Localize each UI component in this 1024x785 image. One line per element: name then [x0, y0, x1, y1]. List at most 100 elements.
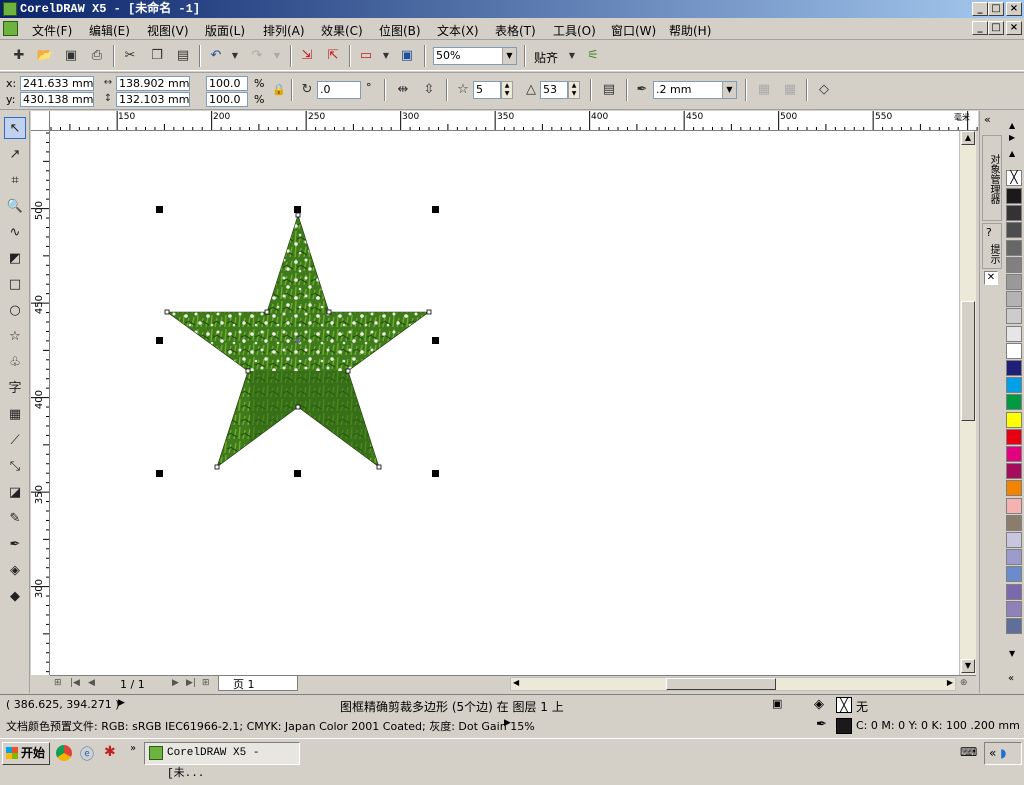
menu-bitmaps[interactable]: 位图(B) — [379, 22, 421, 39]
points-spinner[interactable]: ▲ ▼ — [501, 81, 513, 99]
launcher-dropdown-icon[interactable]: ▼ — [377, 47, 395, 65]
color-swatch[interactable] — [1006, 497, 1022, 514]
add-page-before-icon[interactable]: ⊞ — [54, 678, 62, 688]
color-swatch[interactable] — [1006, 256, 1022, 273]
color-swatch[interactable] — [1006, 274, 1022, 290]
start-button[interactable]: 开始 — [2, 742, 50, 765]
outline-color-swatch[interactable] — [836, 718, 852, 734]
selection-handle-tr[interactable] — [432, 206, 439, 213]
vertical-ruler[interactable]: 500 450 400 350 300 — [31, 131, 50, 675]
menu-file[interactable]: 文件(F) — [32, 22, 72, 39]
first-page-icon[interactable]: |◀ — [70, 678, 80, 688]
minimize-button[interactable]: _ — [972, 2, 988, 16]
chevron-down-icon[interactable]: ▼ — [722, 82, 736, 98]
mirror-vertical-icon[interactable]: ⇳ — [420, 81, 438, 99]
new-document-icon[interactable]: ✚ — [10, 47, 28, 65]
add-page-after-icon[interactable]: ⊞ — [202, 678, 210, 688]
horizontal-scrollbar[interactable]: ◀ ▶ — [510, 677, 956, 691]
rotation-angle-field[interactable]: .0 — [317, 81, 361, 99]
dimension-tool-icon[interactable]: ⟋ — [4, 430, 26, 452]
no-color-swatch[interactable]: ╳ — [1006, 170, 1022, 186]
pick-tool-icon[interactable]: ↖ — [4, 117, 26, 139]
to-back-icon[interactable]: ▦ — [781, 81, 799, 99]
selection-handle-mr[interactable] — [432, 337, 439, 344]
network-icon[interactable]: ◗ — [1000, 746, 1006, 760]
color-swatch[interactable] — [1006, 239, 1022, 256]
smart-fill-tool-icon[interactable]: ◩ — [4, 248, 26, 270]
basic-shapes-tool-icon[interactable]: ♧ — [4, 352, 26, 374]
palette-scroll-up-icon[interactable]: ▲ — [1009, 149, 1015, 158]
prev-page-icon[interactable]: ◀ — [88, 678, 95, 688]
chevron-down-icon[interactable]: ▼ — [502, 48, 516, 64]
menu-table[interactable]: 表格(T) — [495, 22, 536, 39]
navigator-icon[interactable]: ⊕ — [960, 678, 968, 688]
taskbar-coreldraw-button[interactable]: CorelDRAW X5 - [未... — [144, 742, 300, 780]
scroll-right-icon[interactable]: ▶ — [947, 678, 953, 687]
menu-window[interactable]: 窗口(W) — [611, 22, 656, 39]
keyboard-icon[interactable]: ⌨ — [960, 745, 977, 759]
application-launcher-icon[interactable]: ▭ — [357, 47, 375, 65]
color-swatch[interactable] — [1006, 463, 1022, 480]
menu-arrange[interactable]: 排列(A) — [263, 22, 305, 39]
scale-height-field[interactable]: 100.0 — [206, 92, 248, 107]
color-swatch[interactable] — [1006, 618, 1022, 634]
interactive-fill-tool-icon[interactable]: ◆ — [4, 586, 26, 608]
star-points-field[interactable]: 5 — [473, 81, 501, 99]
palette-scroll-up-icon[interactable]: ▲ — [1009, 121, 1015, 130]
fill-tool-icon[interactable]: ◈ — [4, 560, 26, 582]
copy-icon[interactable]: ❐ — [148, 47, 166, 65]
selection-handle-tl[interactable] — [156, 206, 163, 213]
undo-dropdown-icon[interactable]: ▼ — [226, 47, 244, 65]
selection-handle-ml[interactable] — [156, 337, 163, 344]
snap-status-icon[interactable]: ▣ — [772, 697, 782, 710]
mirror-horizontal-icon[interactable]: ⇹ — [394, 81, 412, 99]
color-swatch[interactable] — [1006, 188, 1022, 204]
freehand-tool-icon[interactable]: ∿ — [4, 222, 26, 244]
color-swatch[interactable] — [1006, 600, 1022, 617]
vertical-scrollbar[interactable]: ▲ ▼ — [959, 131, 976, 675]
vertical-scroll-thumb[interactable] — [961, 301, 975, 421]
hints-tab[interactable]: ? 提示 — [982, 223, 1002, 269]
menu-edit[interactable]: 编辑(E) — [89, 22, 130, 39]
color-swatch[interactable] — [1006, 377, 1022, 394]
options-icon[interactable]: ⚟ — [584, 47, 602, 65]
sharpness-spinner[interactable]: ▲ ▼ — [568, 81, 580, 99]
color-swatch[interactable] — [1006, 480, 1022, 497]
color-swatch[interactable] — [1006, 514, 1022, 531]
to-front-icon[interactable]: ▦ — [755, 81, 773, 99]
color-swatch[interactable] — [1006, 205, 1022, 222]
zoom-level-select[interactable]: 50% ▼ — [433, 47, 517, 65]
color-swatch[interactable] — [1006, 360, 1022, 376]
status-flyout-icon[interactable]: ▶ — [118, 698, 125, 708]
color-swatch[interactable] — [1006, 583, 1022, 600]
convert-to-curves-icon[interactable]: ◇ — [815, 81, 833, 99]
color-swatch[interactable] — [1006, 325, 1022, 342]
open-folder-icon[interactable]: 📂 — [36, 47, 54, 65]
close-docker-icon[interactable]: ✕ — [984, 271, 998, 285]
chrome-icon[interactable] — [56, 745, 72, 761]
tray-expand-icon[interactable]: « — [989, 746, 996, 760]
color-swatch[interactable] — [1006, 291, 1022, 308]
height-field[interactable]: 132.103 mm — [116, 92, 190, 107]
eyedropper-tool-icon[interactable]: ✎ — [4, 508, 26, 530]
scroll-down-icon[interactable]: ▼ — [961, 659, 975, 673]
drawing-canvas[interactable]: × — [50, 131, 959, 675]
next-page-icon[interactable]: ▶ — [172, 678, 179, 688]
quicklaunch-overflow-icon[interactable]: » — [130, 743, 136, 754]
coreldraw-app-icon[interactable] — [3, 2, 17, 16]
last-page-icon[interactable]: ▶| — [186, 678, 196, 688]
paste-icon[interactable]: ▤ — [174, 47, 192, 65]
table-tool-icon[interactable]: ▦ — [4, 404, 26, 426]
collapse-dockers-icon[interactable]: « — [984, 113, 991, 126]
ie-icon[interactable]: ⓔ — [80, 744, 94, 764]
text-tool-icon[interactable]: 字 — [4, 378, 26, 400]
color-swatch[interactable] — [1006, 411, 1022, 428]
snap-to-label[interactable]: 贴齐 — [534, 49, 558, 66]
palette-flyout-icon[interactable]: ▶ — [1009, 133, 1015, 142]
lock-ratio-icon[interactable]: 🔒 — [270, 81, 288, 99]
undo-icon[interactable]: ↶ — [207, 47, 225, 65]
selection-handle-tc[interactable] — [294, 206, 301, 213]
connector-tool-icon[interactable]: ⤡ — [4, 456, 26, 478]
color-swatch[interactable] — [1006, 222, 1022, 239]
export-icon[interactable]: ⇱ — [324, 47, 342, 65]
